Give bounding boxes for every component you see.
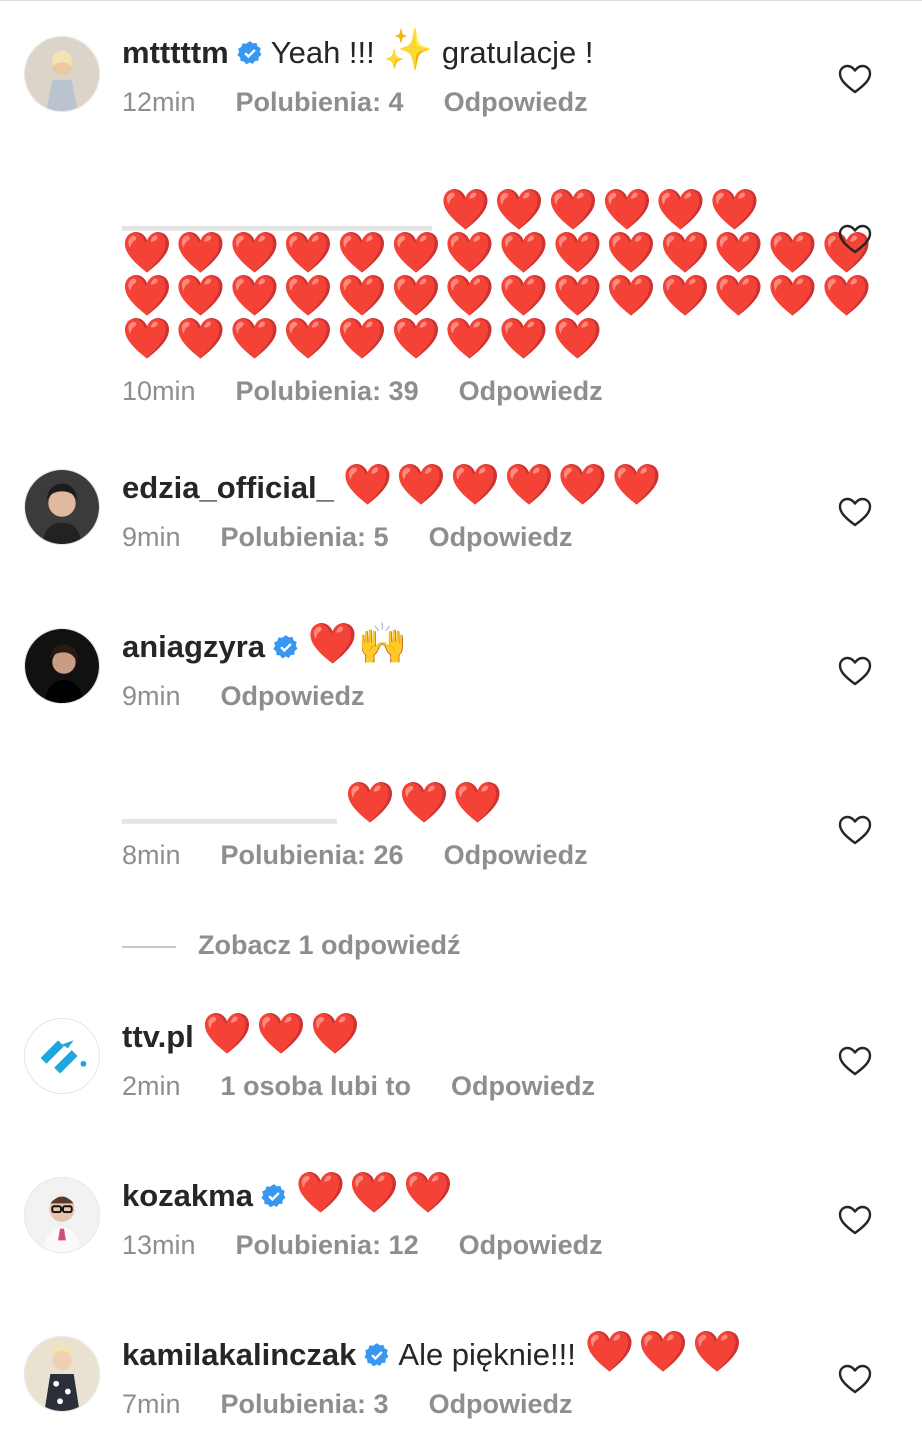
comment-time: 8min [122, 840, 181, 870]
comment-username[interactable]: ▁▁▁▁▁▁▁▁▁ [122, 788, 337, 823]
comment-likes-count[interactable]: Polubienia: 12 [236, 1230, 419, 1261]
comment-likes-count[interactable]: Polubienia: 4 [236, 87, 404, 118]
heart-outline-icon[interactable] [838, 1205, 872, 1235]
comment-text: gratulacje ! [441, 35, 594, 70]
reply-button[interactable]: Odpowiedz [221, 681, 365, 712]
view-replies-label: Zobacz 1 odpowiedź [198, 930, 461, 960]
heart-emojis: ❤️❤️❤️ [295, 1171, 458, 1215]
avatar[interactable] [24, 1177, 100, 1253]
heart-emojis: ❤️❤️❤️❤️❤️❤️❤️❤️❤️❤️❤️❤️❤️❤️ [122, 231, 876, 275]
heart-emojis: ❤️❤️❤️❤️❤️❤️ [342, 463, 666, 507]
comment-text: Ale pięknie!!! [398, 1337, 576, 1372]
heart-emojis: ❤️❤️❤️ [345, 781, 507, 825]
reply-button[interactable]: Odpowiedz [451, 1071, 595, 1102]
verified-badge-icon [273, 635, 298, 659]
comment-time: 9min [122, 522, 181, 552]
comment-username[interactable]: kamilakalinczak [122, 1337, 356, 1372]
verified-badge-icon [237, 41, 262, 65]
comment-time: 2min [122, 1071, 181, 1101]
comment-username[interactable]: ▁▁▁▁▁▁▁▁▁▁▁▁▁ [122, 195, 432, 230]
comment-username[interactable]: kozakma [122, 1178, 253, 1213]
comment-time: 9min [122, 681, 181, 711]
heart-emojis: ❤️❤️❤️❤️❤️❤️❤️❤️❤️ [122, 317, 607, 361]
reply-button[interactable]: Odpowiedz [459, 376, 603, 407]
heart-emojis: ❤️❤️❤️❤️❤️❤️❤️❤️❤️❤️❤️❤️❤️❤️ [122, 274, 876, 318]
reply-button[interactable]: Odpowiedz [429, 1389, 573, 1420]
comment-time: 13min [122, 1230, 196, 1260]
view-replies-button[interactable]: Zobacz 1 odpowiedź [122, 930, 461, 961]
comment-text: Yeah !!! [270, 35, 375, 70]
sparkles-icon: ✨ [383, 28, 434, 72]
comment-likes-count[interactable]: Polubienia: 39 [236, 376, 419, 407]
avatar[interactable] [24, 1018, 100, 1094]
reply-button[interactable]: Odpowiedz [444, 840, 588, 871]
heart-emojis: ❤️❤️❤️ [202, 1012, 364, 1056]
heart-emojis: ❤️❤️❤️ [584, 1330, 746, 1374]
avatar[interactable] [24, 628, 100, 704]
heart-emojis: ❤️❤️❤️❤️❤️❤️ [440, 188, 764, 232]
heart-outline-icon[interactable] [838, 224, 872, 254]
comment-username[interactable]: aniagzyra [122, 629, 265, 664]
reply-button[interactable]: Odpowiedz [444, 87, 588, 118]
verified-badge-icon [364, 1343, 389, 1367]
heart-outline-icon[interactable] [838, 64, 872, 94]
comment-username[interactable]: mtttttm [122, 35, 229, 70]
comment-time: 7min [122, 1389, 181, 1419]
comment-likes-count[interactable]: Polubienia: 3 [221, 1389, 389, 1420]
heart-outline-icon[interactable] [838, 1364, 872, 1394]
heart-outline-icon[interactable] [838, 497, 872, 527]
heart-emojis: ❤️🙌 [307, 622, 408, 666]
heart-outline-icon[interactable] [838, 1046, 872, 1076]
comment-likes-count[interactable]: Polubienia: 26 [221, 840, 404, 871]
heart-outline-icon[interactable] [838, 656, 872, 686]
reply-button[interactable]: Odpowiedz [459, 1230, 603, 1261]
reply-button[interactable]: Odpowiedz [429, 522, 573, 553]
avatar[interactable] [24, 36, 100, 112]
comment-likes-count[interactable]: Polubienia: 5 [221, 522, 389, 553]
verified-badge-icon [261, 1184, 286, 1208]
top-divider [0, 0, 922, 1]
replies-divider [122, 945, 176, 948]
comment-username[interactable]: edzia_official_ [122, 470, 334, 505]
comment-likes-count[interactable]: 1 osoba lubi to [221, 1071, 412, 1102]
avatar[interactable] [24, 469, 100, 545]
heart-outline-icon[interactable] [838, 815, 872, 845]
comment-time: 10min [122, 376, 196, 406]
comment-time: 12min [122, 87, 196, 117]
avatar[interactable] [24, 1336, 100, 1412]
comment-username[interactable]: ttv.pl [122, 1019, 194, 1054]
